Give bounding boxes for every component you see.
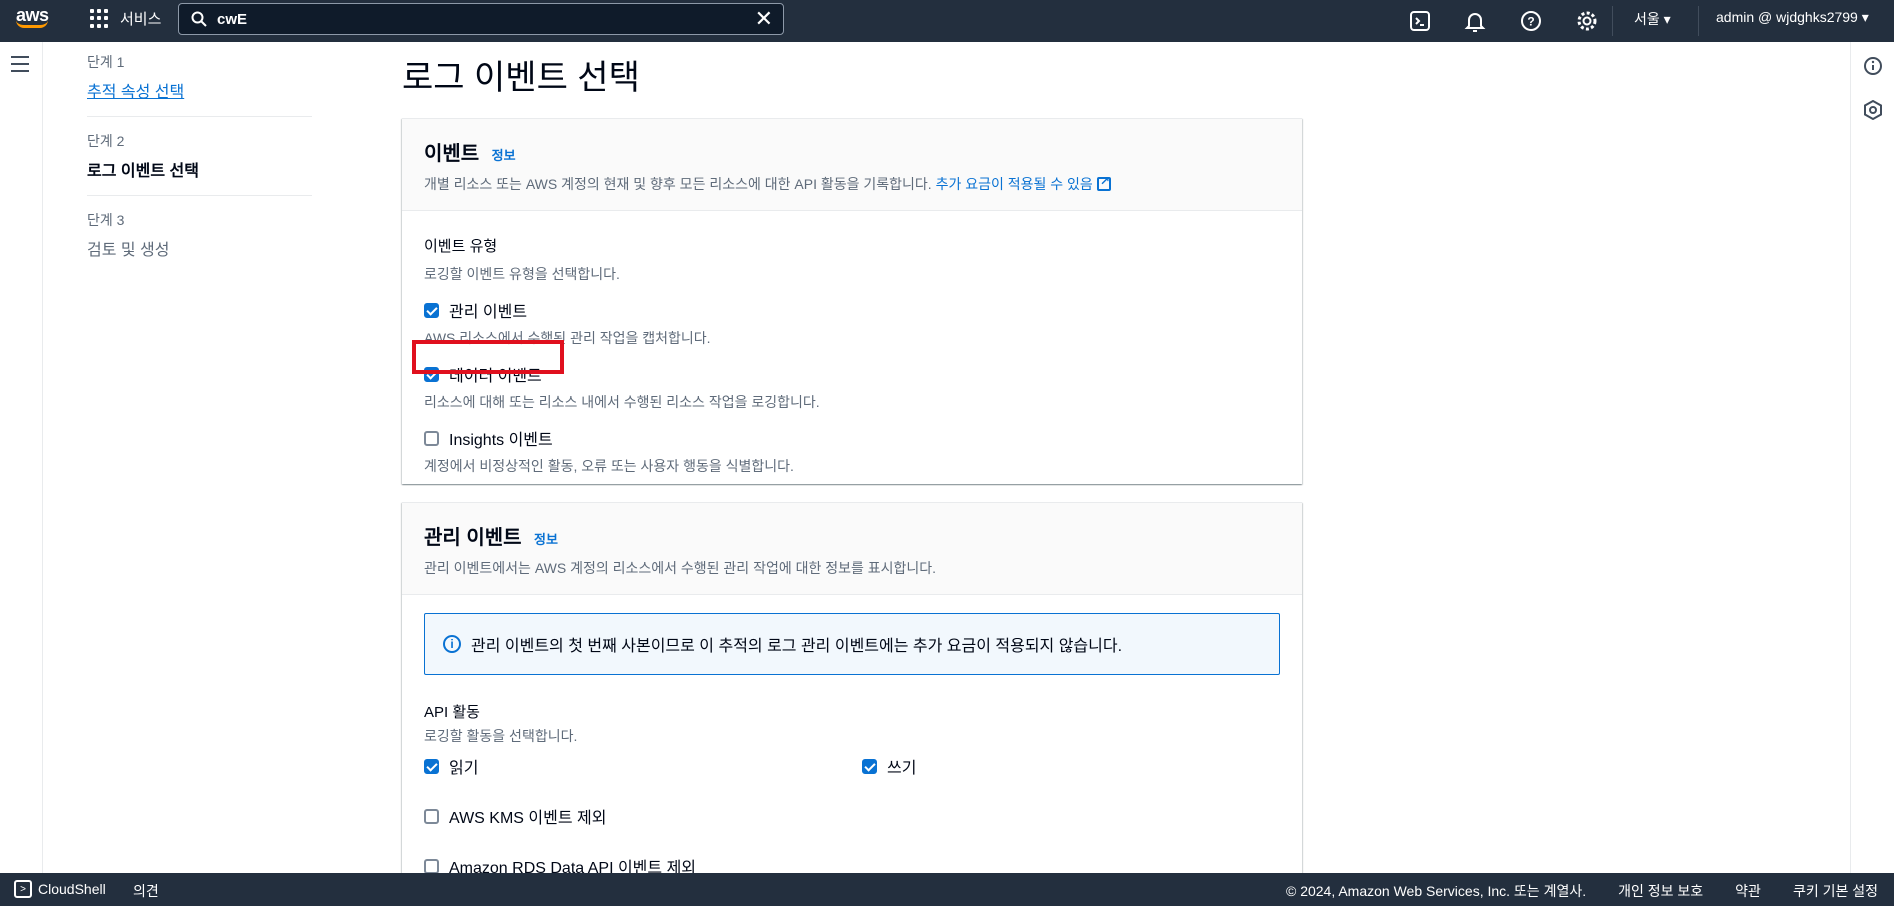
privacy-link[interactable]: 개인 정보 보호 (1618, 881, 1703, 901)
pricing-link[interactable]: 추가 요금이 적용될 수 있음 (936, 176, 1093, 192)
section-description: 개별 리소스 또는 AWS 계정의 현재 및 향후 모든 리소스에 대한 API… (424, 174, 1280, 194)
api-activity-row: 읽기 쓰기 (424, 746, 1280, 778)
field-description: 로깅할 이벤트 유형을 선택합니다. (424, 266, 620, 282)
events-header: 이벤트 정보 개별 리소스 또는 AWS 계정의 현재 및 향후 모든 리소스에… (402, 119, 1302, 211)
highlight-box (412, 340, 564, 374)
clear-search-icon[interactable]: ✕ (755, 7, 773, 31)
terms-link[interactable]: 약관 (1735, 881, 1761, 901)
nav-divider (1612, 6, 1613, 36)
aws-logo[interactable]: aws (16, 6, 56, 36)
info-link[interactable]: 정보 (534, 532, 558, 547)
right-rail (1850, 42, 1894, 873)
footer: > CloudShell 의견 © 2024, Amazon Web Servi… (0, 873, 1894, 906)
page-title: 로그 이벤트 선택 (402, 59, 640, 97)
management-header: 관리 이벤트 정보 관리 이벤트에서는 AWS 계정의 리소스에서 수행된 관리… (402, 503, 1302, 595)
services-label: 서비스 (120, 11, 162, 28)
nav-divider (1698, 6, 1699, 36)
checkbox-label: 읽기 (449, 760, 479, 777)
alert-text: 관리 이벤트의 첫 번째 사본이므로 이 추적의 로그 관리 이벤트에는 추가 … (471, 638, 1123, 655)
section-title: 관리 이벤트 (424, 527, 522, 549)
svg-text:?: ? (1527, 15, 1534, 29)
section-title: 이벤트 (424, 143, 480, 165)
hamburger-menu-icon[interactable] (11, 56, 29, 77)
checkbox-description: 계정에서 비정상적인 활동, 오류 또는 사용자 행동을 식별합니다. (424, 458, 794, 474)
account-menu[interactable]: admin @ wjdghks2799 ▾ (1716, 9, 1869, 26)
checkbox-label: Insights 이벤트 (449, 432, 553, 449)
info-alert: i 관리 이벤트의 첫 번째 사본이므로 이 추적의 로그 관리 이벤트에는 추… (424, 613, 1280, 675)
wizard-step-1: 단계 1 추적 속성 선택 (87, 52, 312, 117)
copyright-text: © 2024, Amazon Web Services, Inc. 또는 계열사… (1285, 883, 1587, 899)
checkbox-label: AWS KMS 이벤트 제외 (449, 810, 607, 827)
write-checkbox[interactable]: 쓰기 (862, 754, 916, 778)
search-input[interactable]: cwE ✕ (178, 3, 784, 35)
region-selector[interactable]: 서울 ▾ (1634, 9, 1671, 29)
aws-logo-text: aws (16, 5, 49, 25)
checkbox-unchecked-icon[interactable] (424, 808, 439, 824)
info-panel-icon[interactable] (1863, 56, 1883, 76)
cookie-preferences-link[interactable]: 쿠키 기본 설정 (1793, 881, 1878, 901)
step-number: 단계 3 (87, 212, 125, 228)
checkbox-unchecked-icon[interactable] (424, 430, 439, 446)
step-number: 단계 1 (87, 54, 125, 70)
external-link-icon (1096, 174, 1111, 191)
description-text: 개별 리소스 또는 AWS 계정의 현재 및 향후 모든 리소스에 대한 API… (424, 176, 932, 192)
footer-links: © 2024, Amazon Web Services, Inc. 또는 계열사… (1286, 881, 1878, 901)
checkbox-checked-icon[interactable] (424, 302, 439, 318)
checkbox-unchecked-icon[interactable] (424, 858, 439, 874)
cloudshell-icon: > (14, 880, 32, 898)
field-description: 로깅할 활동을 선택합니다. (424, 728, 578, 744)
step-label-active: 로그 이벤트 선택 (87, 163, 199, 180)
step-link[interactable]: 추적 속성 선택 (87, 78, 312, 102)
bell-icon[interactable] (1463, 9, 1487, 33)
checkbox-label: 관리 이벤트 (449, 304, 528, 321)
info-icon: i (443, 635, 461, 653)
management-events-container: 관리 이벤트 정보 관리 이벤트에서는 AWS 계정의 리소스에서 수행된 관리… (402, 502, 1302, 882)
field-label: API 활동 (424, 704, 480, 721)
exclude-kms-checkbox[interactable]: AWS KMS 이벤트 제외 (424, 804, 1280, 828)
checkbox-label: 쓰기 (887, 760, 917, 777)
read-checkbox[interactable]: 읽기 (424, 754, 862, 778)
hexagon-icon[interactable] (1863, 100, 1883, 120)
top-navigation: aws 서비스 cwE ✕ ? 서울 ▾ admin @ wjdghks2799… (0, 0, 1894, 42)
section-description: 관리 이벤트에서는 AWS 계정의 리소스에서 수행된 관리 작업에 대한 정보… (424, 560, 937, 576)
wizard-step-3: 단계 3 검토 및 생성 (87, 210, 312, 274)
management-events-checkbox[interactable]: 관리 이벤트 (424, 298, 1280, 322)
cloudshell-label: CloudShell (38, 881, 106, 897)
checkbox-checked-icon[interactable] (424, 758, 439, 774)
wizard-steps: 단계 1 추적 속성 선택 단계 2 로그 이벤트 선택 단계 3 검토 및 생… (87, 52, 312, 288)
management-body: i 관리 이벤트의 첫 번째 사본이므로 이 추적의 로그 관리 이벤트에는 추… (402, 595, 1302, 900)
wizard-step-2: 단계 2 로그 이벤트 선택 (87, 131, 312, 196)
gear-icon[interactable] (1575, 9, 1599, 33)
insights-events-checkbox[interactable]: Insights 이벤트 (424, 426, 1280, 450)
feedback-link[interactable]: 의견 (133, 881, 159, 901)
search-value: cwE (217, 10, 248, 28)
field-label: 이벤트 유형 (424, 238, 498, 255)
left-rail (0, 42, 43, 873)
cloudshell-icon[interactable] (1408, 9, 1432, 33)
step-number: 단계 2 (87, 133, 125, 149)
search-icon (191, 11, 207, 27)
services-menu-button[interactable]: 서비스 (90, 8, 161, 29)
cloudshell-button[interactable]: > CloudShell (14, 880, 106, 898)
checkbox-checked-icon[interactable] (862, 758, 877, 774)
step-label-disabled: 검토 및 생성 (87, 242, 170, 259)
checkbox-description: 리소스에 대해 또는 리소스 내에서 수행된 리소스 작업을 로깅합니다. (424, 394, 820, 410)
events-container: 이벤트 정보 개별 리소스 또는 AWS 계정의 현재 및 향후 모든 리소스에… (402, 118, 1302, 484)
grid-icon (90, 8, 110, 29)
info-link[interactable]: 정보 (492, 148, 516, 163)
help-icon[interactable]: ? (1519, 9, 1543, 33)
